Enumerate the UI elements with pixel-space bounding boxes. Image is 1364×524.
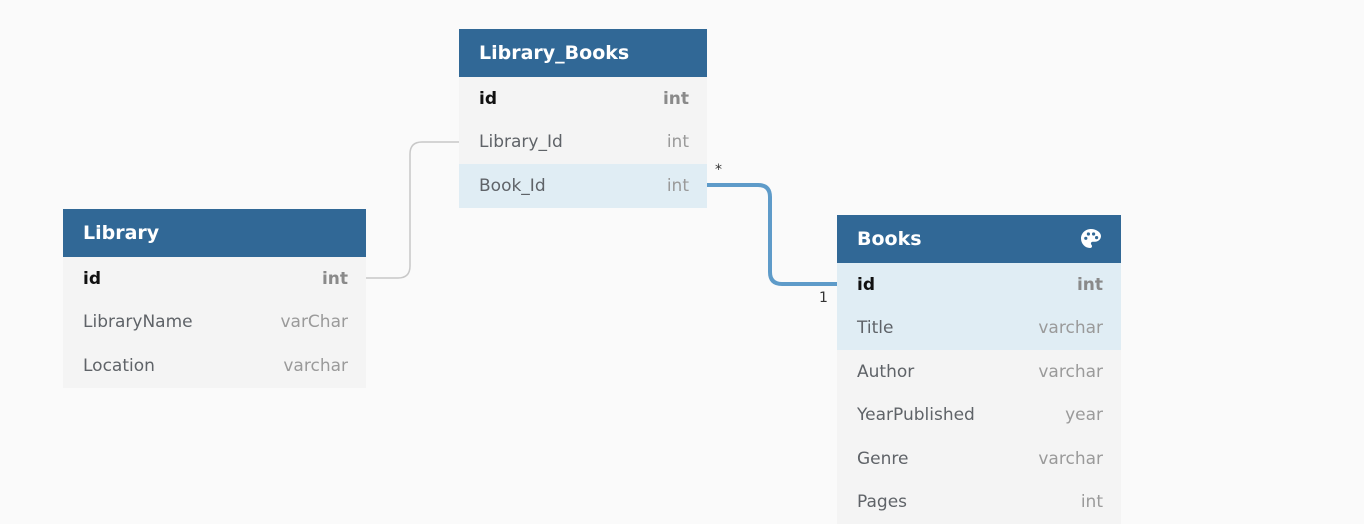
relation-line-library-books-to-books[interactable] [707, 185, 837, 284]
palette-icon[interactable] [1079, 227, 1103, 251]
table-row[interactable]: Location varchar [63, 344, 366, 388]
column-type: int [667, 132, 689, 152]
column-type: year [1065, 405, 1103, 425]
cardinality-one-label: 1 [819, 290, 828, 306]
table-books[interactable]: Books id int Title varchar Author varcha… [837, 215, 1121, 524]
column-name: Title [857, 318, 893, 338]
column-name: Author [857, 362, 914, 382]
cardinality-many-label: * [715, 162, 722, 178]
column-name: YearPublished [857, 405, 975, 425]
column-type: int [1077, 275, 1103, 295]
table-title: Library_Books [479, 42, 629, 64]
column-name: Genre [857, 449, 908, 469]
column-name: id [479, 89, 497, 109]
table-row[interactable]: YearPublished year [837, 394, 1121, 438]
column-type: int [322, 269, 348, 289]
table-row[interactable]: Pages int [837, 481, 1121, 524]
column-type: int [663, 89, 689, 109]
table-row[interactable]: id int [837, 263, 1121, 307]
table-row[interactable]: Book_Id int [459, 164, 707, 208]
column-name: Book_Id [479, 176, 546, 196]
table-header[interactable]: Library [63, 209, 366, 257]
column-type: varchar [1038, 318, 1103, 338]
table-row[interactable]: Author varchar [837, 350, 1121, 394]
diagram-canvas[interactable]: * 1 Library_Books id int Library_Id int … [0, 0, 1364, 521]
column-type: int [1081, 492, 1103, 512]
table-title: Books [857, 228, 922, 250]
table-header[interactable]: Books [837, 215, 1121, 263]
column-name: Pages [857, 492, 907, 512]
table-row[interactable]: id int [63, 257, 366, 301]
column-type: int [667, 176, 689, 196]
relation-line-library-to-library-books[interactable] [366, 142, 459, 278]
column-name: Location [83, 356, 155, 376]
table-row[interactable]: Title varchar [837, 307, 1121, 351]
table-library-books[interactable]: Library_Books id int Library_Id int Book… [459, 29, 707, 208]
column-type: varchar [1038, 449, 1103, 469]
table-row[interactable]: Genre varchar [837, 437, 1121, 481]
column-type: varchar [283, 356, 348, 376]
table-header[interactable]: Library_Books [459, 29, 707, 77]
column-type: varChar [280, 312, 348, 332]
table-library[interactable]: Library id int LibraryName varChar Locat… [63, 209, 366, 388]
column-name: LibraryName [83, 312, 193, 332]
column-name: id [83, 269, 101, 289]
table-row[interactable]: Library_Id int [459, 121, 707, 165]
table-row[interactable]: id int [459, 77, 707, 121]
table-row[interactable]: LibraryName varChar [63, 301, 366, 345]
column-type: varchar [1038, 362, 1103, 382]
column-name: id [857, 275, 875, 295]
column-name: Library_Id [479, 132, 563, 152]
table-title: Library [83, 222, 159, 244]
